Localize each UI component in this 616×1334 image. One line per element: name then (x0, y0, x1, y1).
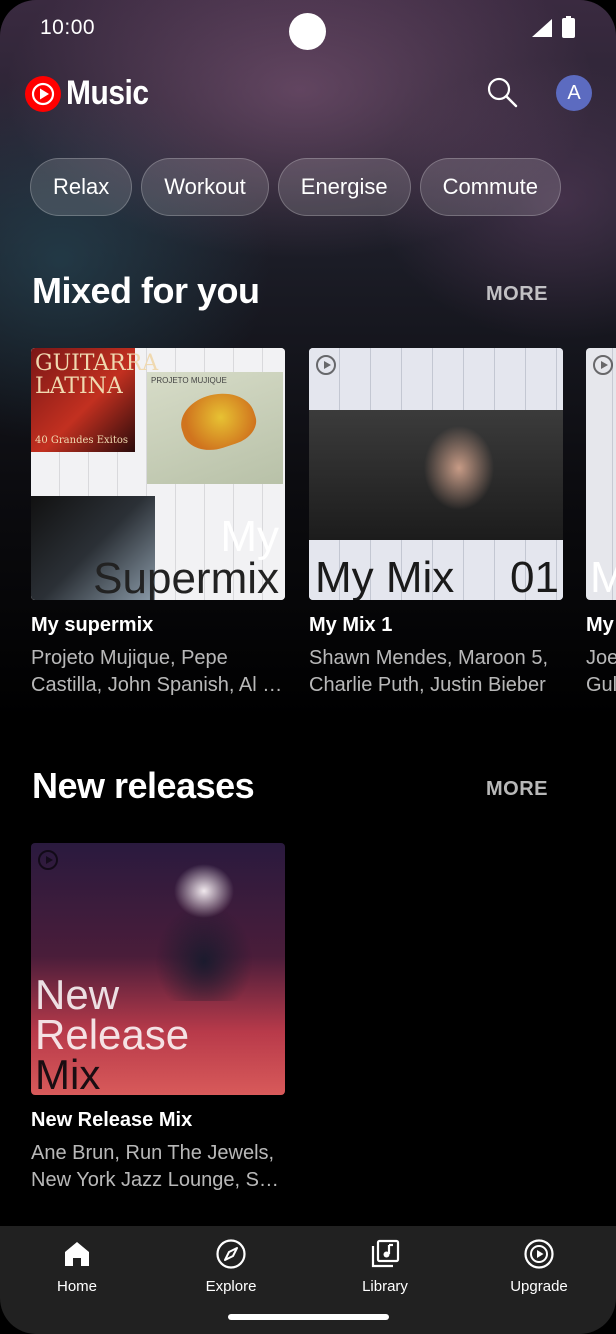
play-badge-icon (593, 355, 613, 375)
mixed-for-you-more-button[interactable]: MORE (486, 283, 548, 306)
album-guitarra-subtext: 40 Grandes Exitos (35, 435, 129, 446)
play-badge-icon (38, 850, 58, 870)
avatar-letter: A (567, 81, 581, 104)
chip-commute[interactable]: Commute (419, 158, 561, 216)
card-title: New Release Mix (31, 1109, 193, 1131)
bird-image (174, 383, 262, 459)
mixed-for-you-title: Mixed for you (32, 270, 260, 311)
youtube-music-logo[interactable]: Music (24, 74, 160, 113)
chip-relax[interactable]: Relax (30, 158, 133, 216)
chip-workout[interactable]: Workout (141, 158, 269, 216)
play-logo-icon (25, 75, 61, 112)
partial-artwork: M (586, 348, 616, 600)
camera-cutout (289, 13, 326, 50)
avatar[interactable]: A (556, 75, 592, 111)
nav-home[interactable]: Home (17, 1238, 137, 1295)
new-releases-title: New releases (32, 765, 255, 806)
status-time: 10:00 (40, 16, 96, 39)
library-icon (371, 1239, 400, 1268)
card-title: My (586, 614, 614, 636)
card-my-supermix[interactable]: GUITARRA LATINA 40 Grandes Exitos PROJET… (31, 348, 285, 699)
upgrade-icon (524, 1239, 554, 1269)
home-indicator[interactable] (228, 1314, 389, 1320)
nav-label: Home (56, 1278, 97, 1295)
card-title: My supermix (31, 614, 154, 636)
logo-text: Music (66, 74, 149, 112)
card-subtitle: Shawn Mendes, Maroon 5, Charlie Puth, Ju… (309, 647, 549, 696)
supermix-artwork: GUITARRA LATINA 40 Grandes Exitos PROJET… (31, 348, 285, 600)
battery-icon (562, 16, 575, 38)
album-thumb-guitarra: GUITARRA LATINA 40 Grandes Exitos (31, 348, 158, 452)
supermix-art-text: My Supermix (93, 512, 279, 601)
artist-photo (309, 410, 563, 540)
home-icon (65, 1242, 89, 1266)
app-bar: Music A (0, 62, 616, 126)
card-new-release-mix[interactable]: New Release Mix New Release Mix Ane Brun… (31, 843, 285, 1194)
new-releases-more-button[interactable]: MORE (486, 778, 548, 801)
status-bar: 10:00 (0, 0, 616, 56)
play-badge-icon (316, 355, 336, 375)
card-subtitle: Joe Gul (586, 647, 616, 696)
new-release-mix-artwork: New Release Mix (31, 843, 285, 1095)
partial-art-text: M (590, 553, 616, 600)
new-release-art-text: New Release Mix (35, 971, 190, 1096)
nav-label: Upgrade (510, 1278, 568, 1295)
my-mix-1-art-text: My Mix 01 (315, 553, 559, 600)
phone-screen: 10:00 Music A Relax Workout Energise Com… (0, 0, 616, 1334)
nav-label: Library (362, 1278, 408, 1295)
album-thumb-projeto: PROJETO MUJIQUE (147, 372, 283, 484)
signal-icon (532, 19, 552, 37)
mood-chips: Relax Workout Energise Commute (30, 158, 616, 218)
card-my-mix-partial[interactable]: M My Joe Gul (586, 348, 616, 699)
chip-energise[interactable]: Energise (277, 158, 411, 216)
card-subtitle: Projeto Mujique, Pepe Castilla, John Spa… (31, 647, 283, 696)
nav-upgrade[interactable]: Upgrade (479, 1238, 599, 1295)
my-mix-1-artwork: My Mix 01 (309, 348, 563, 600)
bottom-navigation: Home Explore Library Upgrade (0, 1226, 616, 1334)
album-projeto-text: PROJETO MUJIQUE (151, 376, 227, 385)
card-subtitle: Ane Brun, Run The Jewels, New York Jazz … (31, 1142, 279, 1191)
album-guitarra-text: GUITARRA LATINA (35, 351, 159, 399)
nav-label: Explore (205, 1278, 257, 1295)
nav-explore[interactable]: Explore (171, 1238, 291, 1295)
search-icon[interactable] (484, 74, 520, 110)
compass-icon (216, 1239, 246, 1269)
card-my-mix-1[interactable]: My Mix 01 My Mix 1 Shawn Mendes, Maroon … (309, 348, 563, 699)
card-title: My Mix 1 (309, 614, 393, 636)
nav-library[interactable]: Library (325, 1238, 445, 1295)
